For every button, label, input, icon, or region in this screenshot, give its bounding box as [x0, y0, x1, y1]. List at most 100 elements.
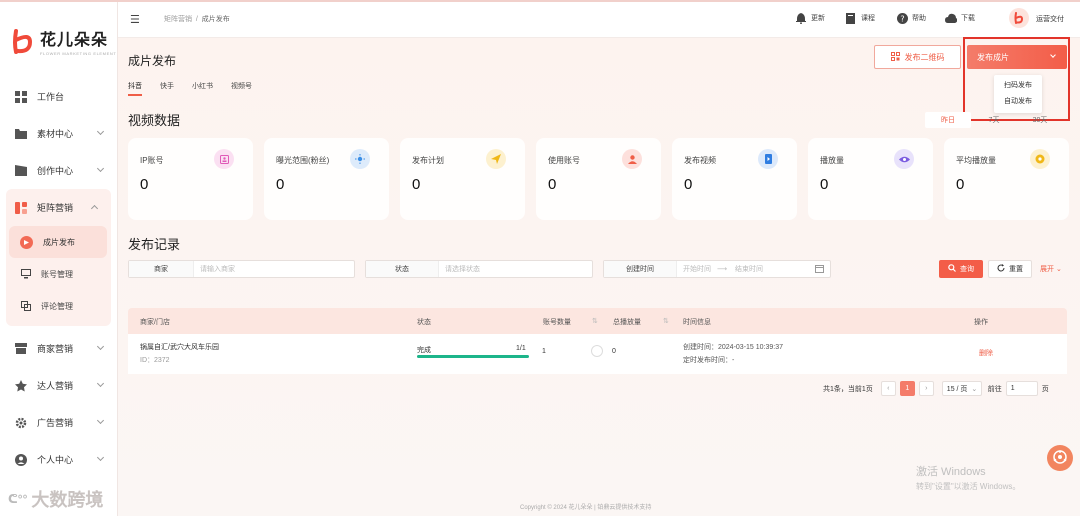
store-icon	[14, 342, 27, 355]
stat-card-publish-plan: 发布计划 0	[400, 138, 525, 220]
sidebar-item-label: 矩阵营销	[37, 203, 74, 213]
sidebar-item-influencer[interactable]: 达人营销	[0, 367, 117, 404]
sidebar-item-material[interactable]: 素材中心	[0, 115, 117, 152]
main-content: 成片发布 发布二维码 发布成片 扫码发布 自动发布 抖音 快手 小红书 视频号 …	[118, 37, 1080, 516]
user-icon	[14, 453, 27, 466]
topbar-help[interactable]: ? 帮助	[896, 12, 926, 24]
breadcrumb-item[interactable]: 矩阵营销	[164, 16, 192, 23]
sidebar-subitem-label: 账号管理	[41, 269, 73, 279]
svg-text:?: ?	[900, 14, 904, 23]
chevron-down-icon	[96, 164, 105, 173]
coin-icon	[1030, 149, 1050, 169]
end-time-input[interactable]: 结束时间	[727, 264, 763, 274]
sidebar-subitem-label: 评论管理	[41, 301, 73, 311]
time-filter: 创建时间 开始时间 ⟶ 结束时间	[603, 260, 831, 278]
records-title: 发布记录	[128, 237, 181, 252]
sun-icon	[350, 149, 370, 169]
sidebar-item-creation[interactable]: 创作中心	[0, 152, 117, 189]
col-accounts[interactable]: 账号数量	[543, 317, 571, 327]
tab-30days[interactable]: 30天	[1017, 112, 1063, 128]
id-badge-icon	[214, 149, 234, 169]
breadcrumb-current: 成片发布	[201, 16, 230, 23]
tab-douyin[interactable]: 抖音	[128, 81, 142, 96]
sidebar-item-label: 商家营销	[37, 344, 74, 354]
tab-xiaohongshu[interactable]: 小红书	[192, 81, 213, 96]
menu-fold-icon[interactable]: ☰	[130, 13, 140, 26]
date-range-tabs: 昨日 7天 30天	[925, 112, 1063, 128]
col-action: 操作	[974, 319, 988, 326]
chevron-down-icon	[96, 379, 105, 388]
merchant-filter-label[interactable]: 商家	[129, 261, 194, 277]
sidebar-subitem-comments[interactable]: 评论管理	[6, 290, 111, 322]
tab-shipinhao[interactable]: 视频号	[231, 81, 252, 96]
status-filter: 状态 请选择状态	[365, 260, 593, 278]
stat-card-plays: 播放量 0	[808, 138, 933, 220]
video-data-title: 视频数据	[128, 113, 181, 128]
start-time-input[interactable]: 开始时间	[677, 264, 711, 274]
play-count: 0	[612, 348, 616, 355]
bell-icon	[795, 12, 807, 24]
watermark-logo: ᕦ°° 大数跨境	[8, 486, 103, 512]
sidebar-item-ads[interactable]: 广告营销	[0, 404, 117, 441]
topbar-update[interactable]: 更新	[795, 12, 825, 24]
page-size-select[interactable]: 15 / 页 ⌄	[941, 381, 982, 396]
delete-link[interactable]: 删除	[979, 348, 993, 358]
app-logo[interactable]: 花儿朵朵 FLOWER MARKETING ELEMENT	[10, 26, 116, 56]
chevron-down-icon	[96, 342, 105, 351]
publish-records-table: 商家/门店 状态 账号数量 ⇅ 总播放量 ⇅ 时间信息 操作 锅属自汇/武穴大风…	[128, 308, 1067, 374]
sidebar-item-label: 创作中心	[37, 166, 74, 176]
publish-qrcode-button[interactable]: 发布二维码	[874, 45, 961, 69]
sidebar-item-label: 达人营销	[37, 381, 74, 391]
menu-item-auto-publish[interactable]: 自动发布	[994, 94, 1042, 110]
next-page-button[interactable]: ›	[918, 381, 934, 396]
col-status: 状态	[417, 319, 431, 326]
phone-icon	[758, 149, 778, 169]
sidebar-item-profile[interactable]: 个人中心	[0, 441, 117, 478]
cloud-download-icon	[945, 12, 957, 24]
chevron-down-icon	[96, 453, 105, 462]
folder-icon	[14, 127, 27, 140]
sort-icon[interactable]: ⇅	[592, 317, 598, 325]
send-icon	[486, 149, 506, 169]
time-filter-label: 创建时间	[604, 261, 677, 277]
sidebar-subitem-publish[interactable]: 成片发布	[9, 226, 107, 258]
chevron-down-icon: ⌄	[971, 385, 978, 393]
footer-copyright: Copyright © 2024 花儿朵朵 | 铂鼎云提供技术支持	[520, 505, 652, 511]
matrix-icon	[14, 201, 27, 214]
expand-filters-link[interactable]: 展开 ⌄	[1040, 264, 1062, 274]
chevron-down-icon	[96, 127, 105, 136]
chevron-down-icon	[96, 416, 105, 425]
tab-kuaishou[interactable]: 快手	[160, 81, 174, 96]
goto-page-input[interactable]: 1	[1005, 381, 1038, 396]
topbar-course[interactable]: 课程	[845, 12, 875, 24]
page-number[interactable]: 1	[899, 381, 915, 396]
sidebar-item-merchant[interactable]: 商家营销	[0, 330, 117, 367]
menu-item-scan-publish[interactable]: 扫码发布	[994, 78, 1042, 94]
status-select[interactable]: 请选择状态	[439, 264, 480, 274]
avatar[interactable]	[1009, 8, 1029, 28]
sidebar-item-matrix[interactable]: 矩阵营销	[6, 189, 111, 226]
search-icon	[948, 264, 956, 274]
comment-icon	[20, 301, 31, 312]
sidebar-item-workbench[interactable]: 工作台	[0, 78, 117, 115]
username[interactable]: 运营交付	[1036, 14, 1064, 24]
calendar-icon[interactable]	[815, 264, 824, 275]
sidebar-subitem-accounts[interactable]: 账号管理	[6, 258, 111, 290]
prev-page-button[interactable]: ‹	[880, 381, 896, 396]
account-count: 1	[542, 348, 546, 355]
qrcode-icon	[890, 51, 900, 63]
tab-7days[interactable]: 7天	[971, 112, 1017, 128]
eye-icon	[894, 149, 914, 169]
merchant-input[interactable]: 请输入商家	[194, 264, 235, 274]
reset-button[interactable]: 重置	[988, 260, 1032, 278]
topbar-download[interactable]: 下载	[945, 12, 975, 24]
sidebar-subitem-label: 成片发布	[43, 237, 75, 247]
merchant-name: 锅属自汇/武穴大风车乐园	[140, 344, 219, 351]
chevron-up-icon	[90, 204, 99, 213]
assistant-float-button[interactable]	[1047, 445, 1073, 471]
col-plays[interactable]: 总播放量	[613, 317, 641, 327]
book-icon	[845, 12, 857, 24]
search-button[interactable]: 查询	[939, 260, 983, 278]
tab-yesterday[interactable]: 昨日	[925, 112, 971, 128]
sort-icon[interactable]: ⇅	[663, 317, 669, 325]
